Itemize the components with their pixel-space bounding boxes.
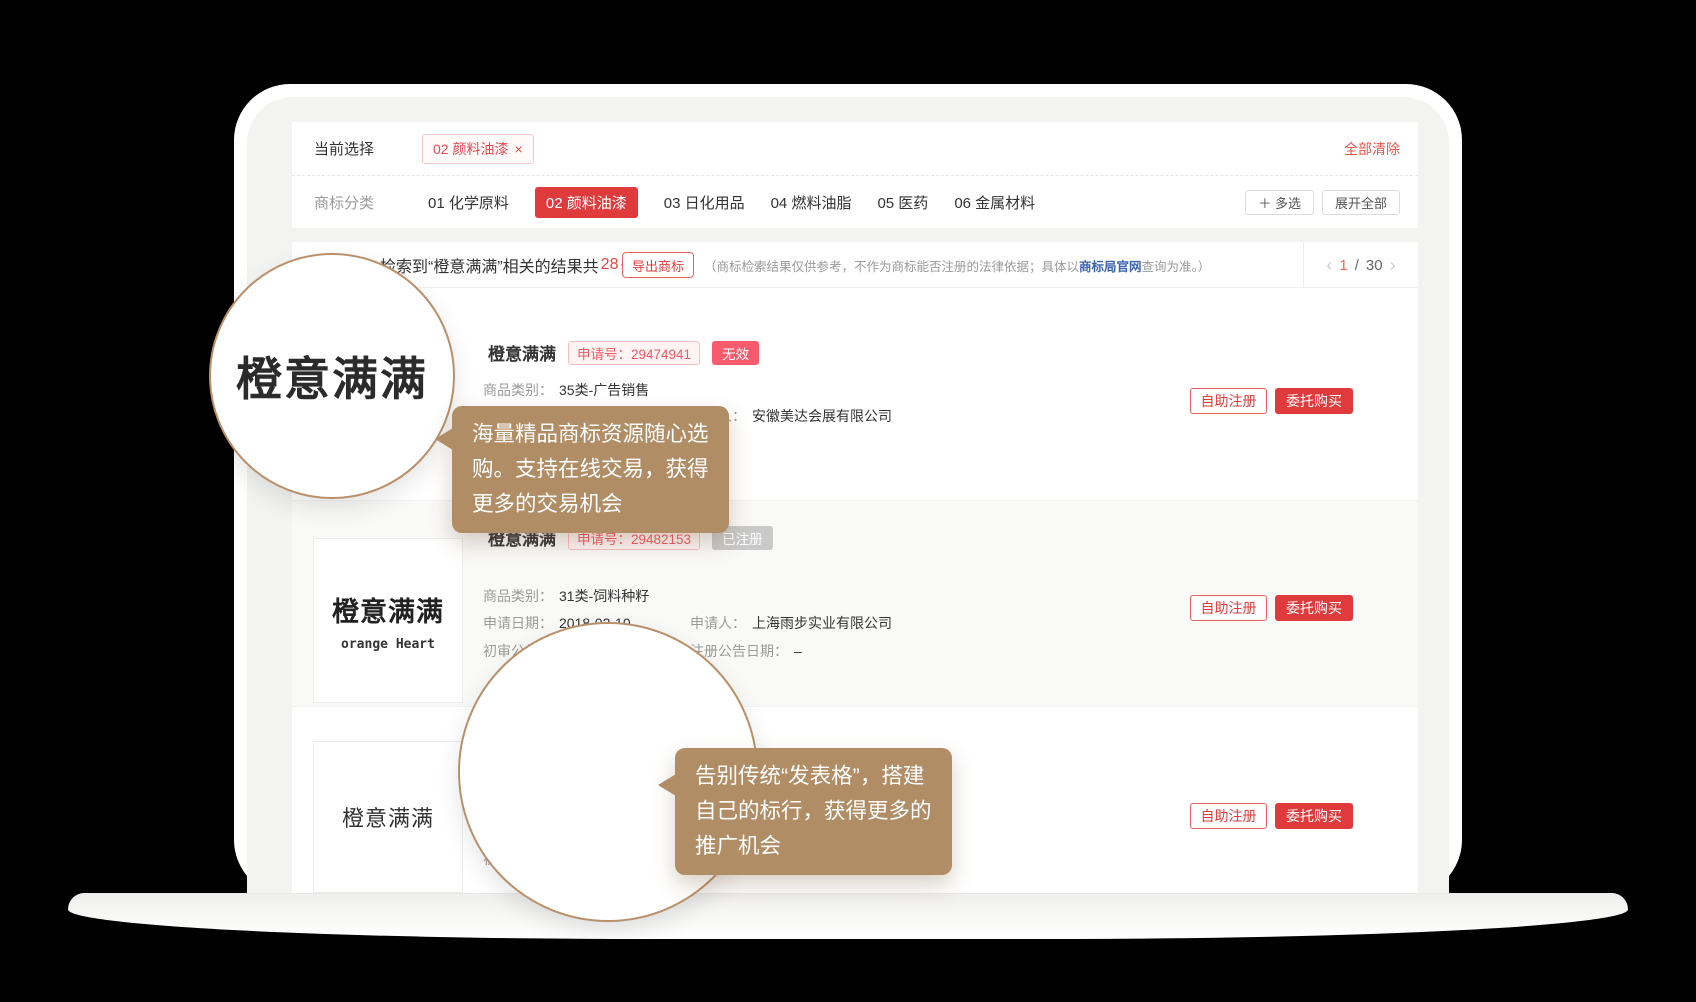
trademark-office-link[interactable]: 商标局官网	[1079, 256, 1142, 275]
tab-category-01[interactable]: 01 化学原料	[428, 192, 509, 213]
entrust-buy-button[interactable]: 委托购买	[1275, 595, 1353, 621]
results-disclaimer: （商标检索结果仅供参考，不作为商标能否注册的法律依据；具体以商标局官网查询为准。…	[704, 242, 1210, 288]
detail-line: 初审公告日期：– 注册公告日期：–	[292, 641, 1418, 659]
tab-category-06[interactable]: 06 金属材料	[954, 192, 1035, 213]
next-page-icon[interactable]: ›	[1390, 256, 1396, 274]
category-field-value: 31类-饲料种籽	[559, 588, 649, 604]
category-row: 商标分类 01 化学原料 02 颜料油漆 03 日化用品 04 燃料油脂 05 …	[292, 177, 1418, 228]
row-actions: 自助注册 委托购买	[1190, 803, 1353, 829]
pagination: ‹ 1 / 30 ›	[1303, 242, 1418, 288]
clear-all-link[interactable]: 全部清除	[1344, 139, 1400, 159]
filter-panel: 当前选择 02 颜料油漆 × 全部清除 商标分类 01 化学原料 02 颜料油漆…	[292, 122, 1418, 228]
export-trademark-button[interactable]: 导出商标	[622, 252, 694, 278]
trademark-title-line: 橙意满满 申请号：29474941 无效	[488, 340, 759, 365]
page: 当前选择 02 颜料油漆 × 全部清除 商标分类 01 化学原料 02 颜料油漆…	[0, 0, 1696, 1002]
category-field-value: 35类-广告销售	[559, 382, 649, 398]
selected-filter-chip[interactable]: 02 颜料油漆 ×	[422, 134, 534, 164]
tab-category-04[interactable]: 04 燃料油脂	[771, 192, 852, 213]
tab-category-05[interactable]: 05 医药	[877, 192, 928, 213]
trademark-name: 橙意满满	[488, 340, 556, 365]
tab-category-02-active[interactable]: 02 颜料油漆	[535, 187, 638, 218]
results-header: 检索到“橙意满满”相关的结果共28 个 导出商标 （商标检索结果仅供参考，不作为…	[292, 242, 1418, 288]
tooltip-line: 海量精品商标资源随心选	[472, 417, 709, 452]
status-badge: 无效	[712, 341, 759, 365]
entrust-buy-button[interactable]: 委托购买	[1275, 388, 1353, 414]
tooltip-marketplace: 海量精品商标资源随心选 购。支持在线交易，获得 更多的交易机会	[452, 406, 729, 533]
disclaimer-post: 查询为准。）	[1142, 256, 1211, 275]
applicant-value: 安徽美达会展有限公司	[752, 408, 892, 424]
entrust-buy-button[interactable]: 委托购买	[1275, 803, 1353, 829]
category-label: 商标分类	[314, 192, 374, 213]
tooltip-line: 告别传统“发表格”，搭建	[695, 759, 932, 794]
tooltip-line: 更多的交易机会	[472, 487, 709, 522]
category-field-label: 商品类别：	[483, 382, 553, 398]
category-field-label: 商品类别：	[483, 588, 553, 604]
magnifier-circle: 橙意满满	[209, 253, 455, 499]
results-summary: 检索到“橙意满满”相关的结果共28 个	[380, 242, 636, 288]
self-register-button[interactable]: 自助注册	[1190, 595, 1267, 621]
reg-announce-date-value: –	[794, 643, 802, 659]
total-pages: 30	[1366, 257, 1383, 274]
tooltip-line: 购。支持在线交易，获得	[472, 452, 709, 487]
tooltip-line: 推广机会	[695, 829, 932, 864]
row-actions: 自助注册 委托购买	[1190, 388, 1353, 414]
close-icon[interactable]: ×	[514, 141, 522, 157]
device-base-bar	[68, 893, 1628, 939]
self-register-button[interactable]: 自助注册	[1190, 388, 1267, 414]
expand-all-button[interactable]: 展开全部	[1322, 190, 1400, 215]
tooltip-line: 自己的标行，获得更多的	[695, 794, 932, 829]
tooltip-promotion: 告别传统“发表格”，搭建 自己的标行，获得更多的 推广机会	[675, 748, 952, 875]
selected-filter-chip-label: 02 颜料油漆	[433, 139, 508, 159]
current-page: 1	[1339, 257, 1347, 274]
application-number-tag: 申请号：29474941	[568, 341, 700, 365]
row-actions: 自助注册 委托购买	[1190, 595, 1353, 621]
current-selection-label: 当前选择	[314, 138, 374, 159]
applicant-value: 上海雨步实业有限公司	[752, 615, 892, 631]
magnified-trademark-text: 橙意满满	[236, 343, 428, 409]
category-tools: ＋ 多选 展开全部	[1245, 190, 1400, 215]
results-count: 28	[601, 256, 619, 274]
current-selection-row: 当前选择 02 颜料油漆 × 全部清除	[292, 122, 1418, 176]
page-separator: /	[1355, 257, 1359, 274]
results-summary-text: 检索到“橙意满满”相关的结果共	[380, 253, 599, 277]
tab-category-03[interactable]: 03 日化用品	[664, 192, 745, 213]
self-register-button[interactable]: 自助注册	[1190, 803, 1267, 829]
multi-select-button[interactable]: ＋ 多选	[1245, 190, 1314, 215]
category-tabs: 01 化学原料 02 颜料油漆 03 日化用品 04 燃料油脂 05 医药 06…	[428, 187, 1035, 218]
prev-page-icon[interactable]: ‹	[1326, 256, 1332, 274]
apply-date-label: 申请日期：	[483, 615, 553, 631]
disclaimer-pre: （商标检索结果仅供参考，不作为商标能否注册的法律依据；具体以	[704, 256, 1079, 275]
applicant-label: 申请人：	[690, 615, 746, 631]
